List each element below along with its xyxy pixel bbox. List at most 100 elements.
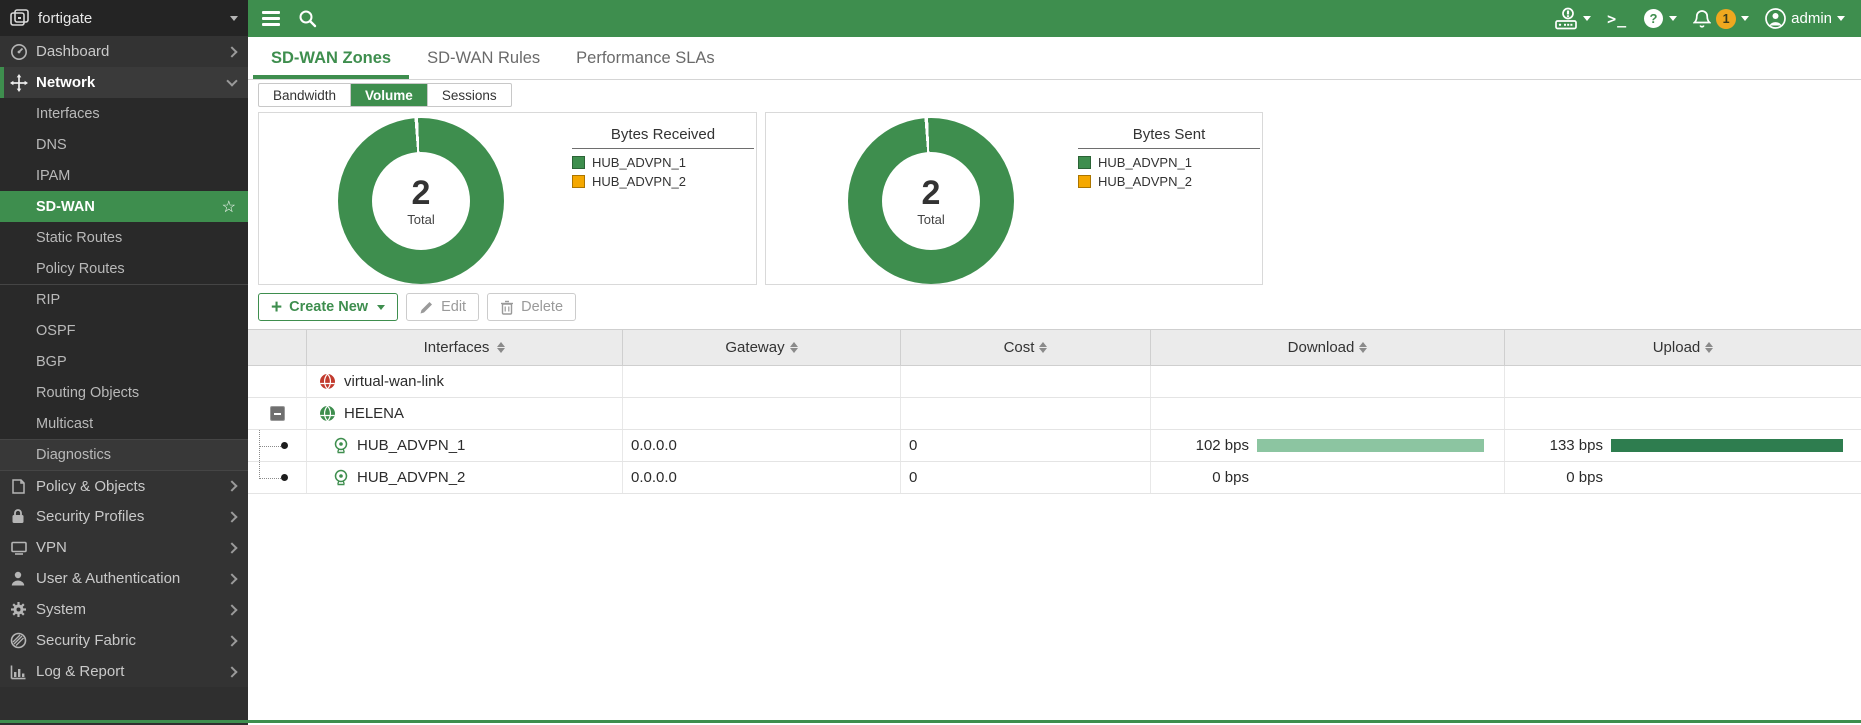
legend-item[interactable]: HUB_ADVPN_1: [572, 155, 754, 170]
cli-console-icon: >_: [1607, 9, 1628, 28]
sidebar: fortigate Dashboard Network Interfaces D…: [0, 0, 248, 725]
bytes-received-legend: Bytes Received HUB_ADVPN_1 HUB_ADVPN_2: [572, 126, 754, 189]
sidebar-item-ipam[interactable]: IPAM: [0, 160, 248, 191]
upload-cell: 133 bps: [1505, 430, 1861, 461]
cli-console-button[interactable]: >_: [1607, 10, 1627, 28]
delete-button[interactable]: Delete: [487, 293, 577, 321]
upload-cell: 0 bps: [1505, 462, 1861, 493]
expander-cell: [248, 366, 307, 397]
table-row[interactable]: HELENA: [248, 398, 1861, 430]
sidebar-item-system[interactable]: System: [0, 594, 248, 625]
sidebar-item-diagnostics[interactable]: Diagnostics: [0, 439, 248, 470]
download-cell: 102 bps: [1151, 430, 1505, 461]
device-status-menu[interactable]: [1552, 7, 1592, 31]
bytes-sent-panel: 2 Total Bytes Sent HUB_ADVPN_1 HUB_ADVPN…: [765, 112, 1263, 285]
chevron-right-icon: [226, 45, 238, 58]
sidebar-item-static-routes[interactable]: Static Routes: [0, 222, 248, 253]
sidebar-item-rip[interactable]: RIP: [0, 284, 248, 315]
sidebar-item-vpn[interactable]: VPN: [0, 532, 248, 563]
chevron-right-icon: [226, 480, 238, 492]
table-toolbar: + Create New Edit Delete: [258, 293, 577, 321]
sdwan-zone-red-icon: [319, 373, 336, 390]
table-row[interactable]: virtual-wan-link: [248, 366, 1861, 398]
tree-line: [259, 462, 260, 477]
column-header-gateway[interactable]: Gateway: [623, 330, 901, 365]
tab-performance-slas[interactable]: Performance SLAs: [558, 37, 732, 79]
legend-swatch-orange: [1078, 175, 1091, 188]
sdwan-zone-green-icon: [319, 405, 336, 422]
chevron-down-icon: [1837, 16, 1845, 21]
gateway-cell: 0.0.0.0: [623, 430, 901, 461]
search-icon[interactable]: [298, 9, 317, 28]
cost-cell: 0: [901, 430, 1151, 461]
table-row[interactable]: HUB_ADVPN_1 0.0.0.0 0 102 bps 133 bps: [248, 430, 1861, 462]
svg-text:?: ?: [1650, 11, 1658, 26]
sidebar-item-policy-routes[interactable]: Policy Routes: [0, 253, 248, 284]
fortigate-logo[interactable]: fortigate: [0, 0, 248, 36]
sidebar-item-network[interactable]: Network: [0, 67, 248, 98]
legend-item[interactable]: HUB_ADVPN_1: [1078, 155, 1260, 170]
interface-cell: HELENA: [307, 398, 623, 429]
notifications-menu[interactable]: 1: [1693, 8, 1750, 29]
sidebar-item-user-authentication[interactable]: User & Authentication: [0, 563, 248, 594]
legend-title: Bytes Received: [572, 126, 754, 149]
legend-item[interactable]: HUB_ADVPN_2: [572, 174, 754, 189]
admin-user-menu[interactable]: admin: [1765, 8, 1845, 29]
sidebar-item-dashboard[interactable]: Dashboard: [0, 36, 248, 67]
tunnel-interface-icon: [333, 469, 349, 486]
tab-sd-wan-zones[interactable]: SD-WAN Zones: [253, 37, 410, 79]
fortigate-logo-icon: [10, 9, 30, 27]
subtab-bandwidth[interactable]: Bandwidth: [259, 84, 352, 106]
chevron-down-icon: [377, 304, 386, 310]
subtab-volume[interactable]: Volume: [351, 84, 428, 106]
gateway-cell: 0.0.0.0: [623, 462, 901, 493]
sidebar-item-ospf[interactable]: OSPF: [0, 315, 248, 346]
subtab-sessions[interactable]: Sessions: [428, 84, 511, 106]
upload-bar: [1611, 439, 1844, 452]
help-menu[interactable]: ?: [1643, 8, 1678, 29]
collapse-minus-icon[interactable]: [269, 406, 285, 421]
hamburger-menu-icon[interactable]: [262, 11, 280, 26]
tab-sd-wan-rules[interactable]: SD-WAN Rules: [409, 37, 558, 79]
create-new-button[interactable]: + Create New: [258, 293, 399, 321]
download-cell: 0 bps: [1151, 462, 1505, 493]
table-row[interactable]: HUB_ADVPN_2 0.0.0.0 0 0 bps 0 bps: [248, 462, 1861, 494]
edit-button[interactable]: Edit: [406, 293, 480, 321]
sidebar-item-log-report[interactable]: Log & Report: [0, 656, 248, 687]
tree-bullet: [281, 474, 288, 481]
chevron-right-icon: [226, 603, 238, 616]
logo-caret-icon[interactable]: [230, 15, 238, 21]
legend-item[interactable]: HUB_ADVPN_2: [1078, 174, 1260, 189]
chevron-down-icon: [1669, 16, 1678, 21]
sidebar-item-sd-wan[interactable]: SD-WAN ☆: [0, 191, 248, 222]
sidebar-item-policy-objects[interactable]: Policy & Objects: [0, 470, 248, 501]
interface-cell: virtual-wan-link: [307, 366, 623, 397]
sidebar-item-multicast[interactable]: Multicast: [0, 408, 248, 439]
network-move-icon: [10, 73, 36, 92]
download-cell: [1151, 366, 1505, 397]
bytes-sent-donut-chart: 2 Total: [848, 118, 1014, 284]
top-navbar: >_ ? 1 admin: [248, 0, 1861, 37]
page-tabbar: SD-WAN Zones SD-WAN Rules Performance SL…: [248, 37, 1861, 80]
legend-swatch-green: [1078, 156, 1091, 169]
sort-icon: [1359, 342, 1368, 353]
column-header-download[interactable]: Download: [1151, 330, 1505, 365]
sidebar-item-dns[interactable]: DNS: [0, 129, 248, 160]
column-header-upload[interactable]: Upload: [1505, 330, 1861, 365]
admin-username: admin: [1791, 10, 1832, 27]
legend-title: Bytes Sent: [1078, 126, 1260, 149]
bytes-sent-legend: Bytes Sent HUB_ADVPN_1 HUB_ADVPN_2: [1078, 126, 1260, 189]
expander-cell: [248, 398, 307, 429]
favorite-star-icon[interactable]: ☆: [222, 197, 236, 217]
expander-column-header: [248, 330, 307, 365]
sidebar-item-security-profiles[interactable]: Security Profiles: [0, 501, 248, 532]
sidebar-item-security-fabric[interactable]: Security Fabric: [0, 625, 248, 656]
chevron-right-icon: [226, 541, 238, 554]
sidebar-item-routing-objects[interactable]: Routing Objects: [0, 377, 248, 408]
bytes-received-panel: 2 Total Bytes Received HUB_ADVPN_1 HUB_A…: [258, 112, 757, 285]
column-header-interfaces[interactable]: Interfaces: [307, 330, 623, 365]
sidebar-item-bgp[interactable]: BGP: [0, 346, 248, 377]
column-header-cost[interactable]: Cost: [901, 330, 1151, 365]
trash-icon: [500, 300, 514, 315]
sidebar-item-interfaces[interactable]: Interfaces: [0, 98, 248, 129]
